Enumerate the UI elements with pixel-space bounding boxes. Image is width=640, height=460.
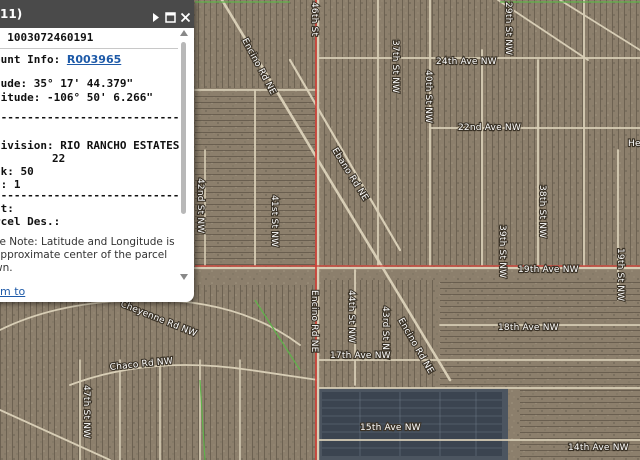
road-label: 29th St NW (503, 2, 513, 55)
road-label: 19th Ave NW (518, 265, 579, 275)
account-link[interactable]: R003965 (67, 53, 121, 66)
parcel-info-popup: 11) : 1003072460191 ount Info: R003965 t… (0, 0, 194, 302)
separator: -------------------------------- (0, 111, 180, 124)
road-label: 46th St (309, 2, 319, 36)
road-label: 42nd St NW (195, 178, 205, 233)
road-label: 37th St NW (390, 40, 400, 93)
popup-body: : 1003072460191 ount Info: R003965 tude:… (0, 28, 180, 278)
divider (0, 48, 178, 49)
road-label: 22nd Ave NW (458, 123, 521, 133)
close-icon[interactable] (180, 8, 191, 23)
parcel-id: : 1003072460191 (0, 31, 94, 44)
road-label: 15th Ave NW (360, 423, 421, 433)
account-info-row: ount Info: R003965 (0, 53, 121, 66)
note-line: se Note: Latitude and Longitude is (0, 236, 175, 248)
road-label: 24th Ave NW (436, 57, 497, 67)
note-line: approximate center of the parcel (0, 249, 168, 261)
road-label: 44th St NW (346, 290, 356, 343)
unit: 22 (52, 152, 66, 165)
road-label: 14th Ave NW (568, 443, 629, 453)
popup-scrollbar[interactable] (180, 30, 188, 282)
district: ct: (0, 202, 14, 215)
road-label: 39th St NW (497, 225, 507, 278)
parcel-description: rcel Des.: (0, 215, 61, 228)
play-icon[interactable] (150, 8, 161, 22)
subdivision: division: RIO RANCHO ESTATES (0, 139, 180, 152)
zoom-to-link[interactable]: m to (0, 285, 25, 298)
road-label: He (628, 139, 640, 149)
block: ck: 50 (0, 165, 34, 178)
minimize-icon[interactable] (165, 8, 176, 23)
scroll-thumb[interactable] (181, 42, 186, 214)
scroll-up-arrow-icon[interactable] (180, 30, 188, 36)
road-label: 47th St NW (81, 385, 91, 438)
road-label: 17th Ave NW (330, 351, 391, 361)
latitude: tude: 35° 17' 44.379" (0, 77, 134, 90)
account-info-label: ount Info: (0, 53, 61, 66)
separator: -------------------------------- (0, 189, 180, 202)
scroll-down-arrow-icon[interactable] (180, 274, 188, 280)
road-label: 19th St NW (615, 248, 625, 301)
popup-header: 11) (0, 0, 194, 28)
longitude: gitude: -106° 50' 6.266" (0, 91, 153, 104)
road-label: 41st St NW (269, 195, 279, 247)
road-label: 40th St NW (423, 70, 433, 123)
road-label: 38th St NW (537, 185, 547, 238)
road-label: Encino Rd NE (309, 290, 319, 353)
popup-title: 11) (0, 7, 23, 21)
road-label: 18th Ave NW (498, 323, 559, 333)
note-line: wn. (0, 262, 13, 274)
